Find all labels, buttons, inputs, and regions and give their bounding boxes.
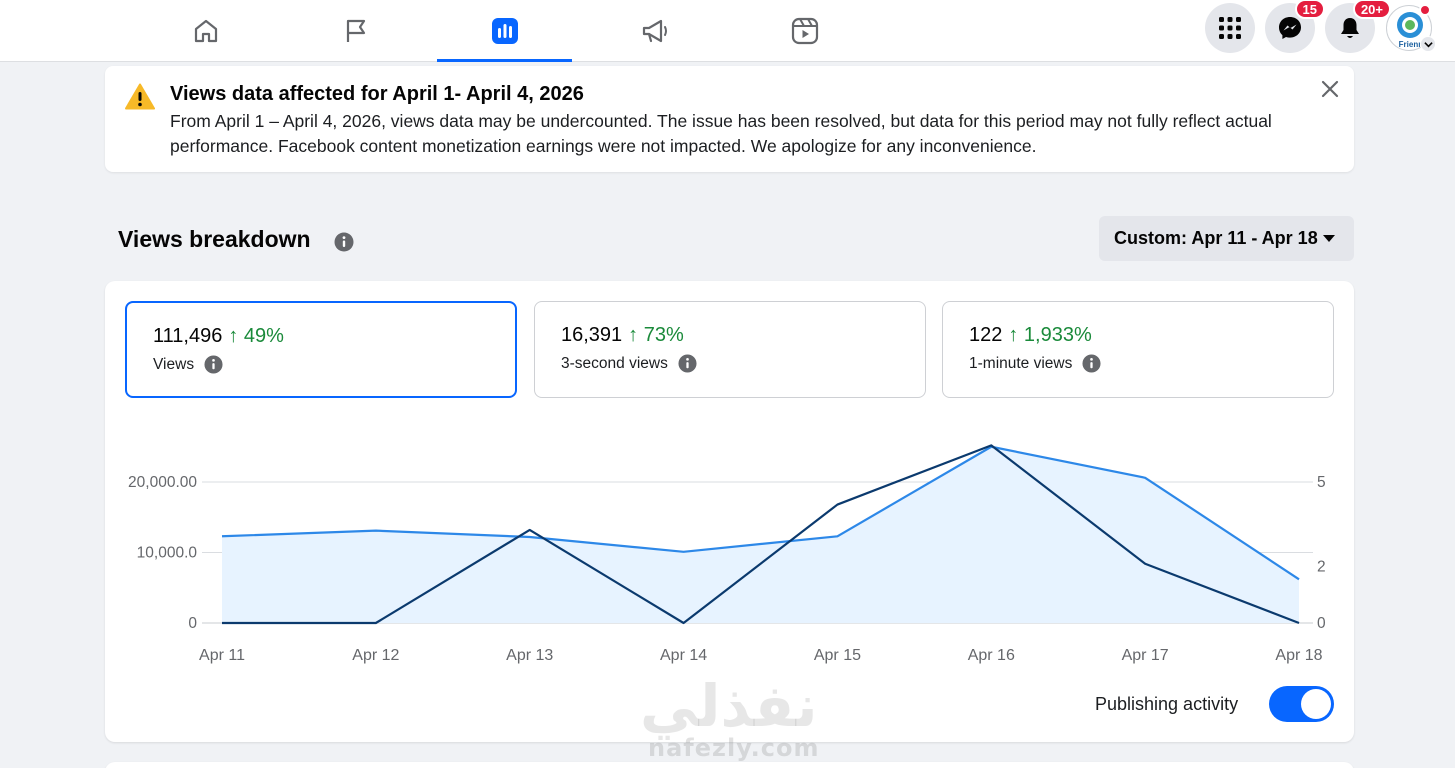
- x-tick-label: Apr 18: [1275, 647, 1322, 664]
- watermark-arabic: نفذلي: [640, 672, 818, 740]
- alert-title: Views data affected for April 1- April 4…: [170, 83, 584, 105]
- avatar-status-dot: [1419, 4, 1431, 16]
- x-tick-label: Apr 15: [814, 647, 861, 664]
- tab-pages[interactable]: [288, 0, 423, 62]
- tab-ads[interactable]: [587, 0, 722, 62]
- x-tick-label: Apr 12: [352, 647, 399, 664]
- date-range-label: Custom: Apr 11 - Apr 18: [1114, 228, 1318, 248]
- bell-icon: [1341, 18, 1359, 38]
- x-tick-label: Apr 17: [1122, 647, 1169, 664]
- alert-body: From April 1 – April 4, 2026, views data…: [170, 111, 1272, 156]
- top-navigation-bar: 15 20+ Frienr: [0, 0, 1455, 62]
- x-tick-label: Apr 11: [199, 647, 245, 664]
- metric-card-1-minute-views[interactable]: 122 ↑ 1,933% 1-minute views: [942, 301, 1334, 398]
- x-tick-label: Apr 16: [968, 647, 1015, 664]
- y-left-tick-label: 0: [188, 615, 197, 632]
- metric-label: Views: [153, 355, 195, 373]
- y-left-tick-label: 10,000.0: [137, 545, 198, 562]
- metric-label: 3-second views: [561, 354, 668, 372]
- metric-card-views[interactable]: 111,496 ↑ 49% Views: [125, 301, 517, 398]
- grid-menu-icon: [1219, 17, 1241, 39]
- publishing-activity-label: Publishing activity: [1095, 694, 1239, 714]
- views-data-alert: Views data affected for April 1- April 4…: [105, 66, 1354, 172]
- tab-reels[interactable]: [737, 0, 872, 62]
- metric-change: ↑ 73%: [628, 324, 684, 346]
- caret-down-icon: [1323, 235, 1335, 242]
- notifications-button[interactable]: 20+: [1325, 0, 1391, 53]
- megaphone-icon: [642, 19, 667, 43]
- messenger-button[interactable]: 15: [1265, 0, 1325, 53]
- watermark: نفذلي nafezly.com: [640, 672, 820, 768]
- metric-value: 122: [969, 324, 1003, 346]
- views-line-chart: 0 10,000.0 20,000.00 0 2 5 Apr 11 Apr 12 Apr 13 A…: [128, 444, 1326, 664]
- messenger-icon: [1279, 17, 1301, 39]
- x-tick-label: Apr 13: [506, 647, 553, 664]
- tab-home[interactable]: [138, 0, 273, 62]
- toggle-knob: [1301, 689, 1331, 719]
- metric-label: 1-minute views: [969, 354, 1073, 372]
- metric-value: 111,496: [153, 325, 223, 347]
- home-icon: [194, 19, 217, 43]
- info-icon[interactable]: [678, 354, 697, 373]
- close-icon[interactable]: [1319, 78, 1341, 100]
- y-right-tick-label: 2: [1317, 559, 1326, 576]
- warning-icon: [125, 83, 155, 110]
- y-right-tick-label: 0: [1317, 615, 1326, 632]
- metric-change: ↑ 49%: [228, 325, 284, 347]
- views-area-fill: [222, 446, 1299, 623]
- chevron-down-icon: [1423, 41, 1433, 47]
- date-range-dropdown[interactable]: Custom: Apr 11 - Apr 18: [1099, 216, 1354, 261]
- publishing-activity-toggle[interactable]: [1269, 686, 1334, 722]
- messenger-badge: 15: [1294, 0, 1325, 19]
- metric-value: 16,391: [561, 324, 623, 346]
- y-right-tick-label: 5: [1317, 474, 1326, 491]
- x-tick-label: Apr 14: [660, 647, 707, 664]
- account-menu-chevron[interactable]: [1420, 36, 1436, 52]
- insights-icon: [491, 18, 518, 44]
- info-icon[interactable]: [1082, 354, 1101, 373]
- metric-card-3-second-views[interactable]: 16,391 ↑ 73% 3-second views: [534, 301, 926, 398]
- y-left-tick-label: 20,000.00: [128, 474, 197, 491]
- info-icon[interactable]: [204, 355, 223, 374]
- watermark-latin: nafezly.com: [648, 734, 820, 762]
- notifications-badge: 20+: [1352, 0, 1391, 19]
- metric-change: ↑ 1,933%: [1008, 324, 1092, 346]
- info-icon[interactable]: [334, 232, 354, 252]
- flag-icon: [346, 19, 365, 42]
- avatar-text: Frienr: [1399, 40, 1422, 49]
- tab-insights[interactable]: [437, 0, 572, 62]
- menu-button[interactable]: [1205, 3, 1255, 53]
- reels-icon: [791, 17, 818, 45]
- section-title: Views breakdown: [118, 226, 311, 252]
